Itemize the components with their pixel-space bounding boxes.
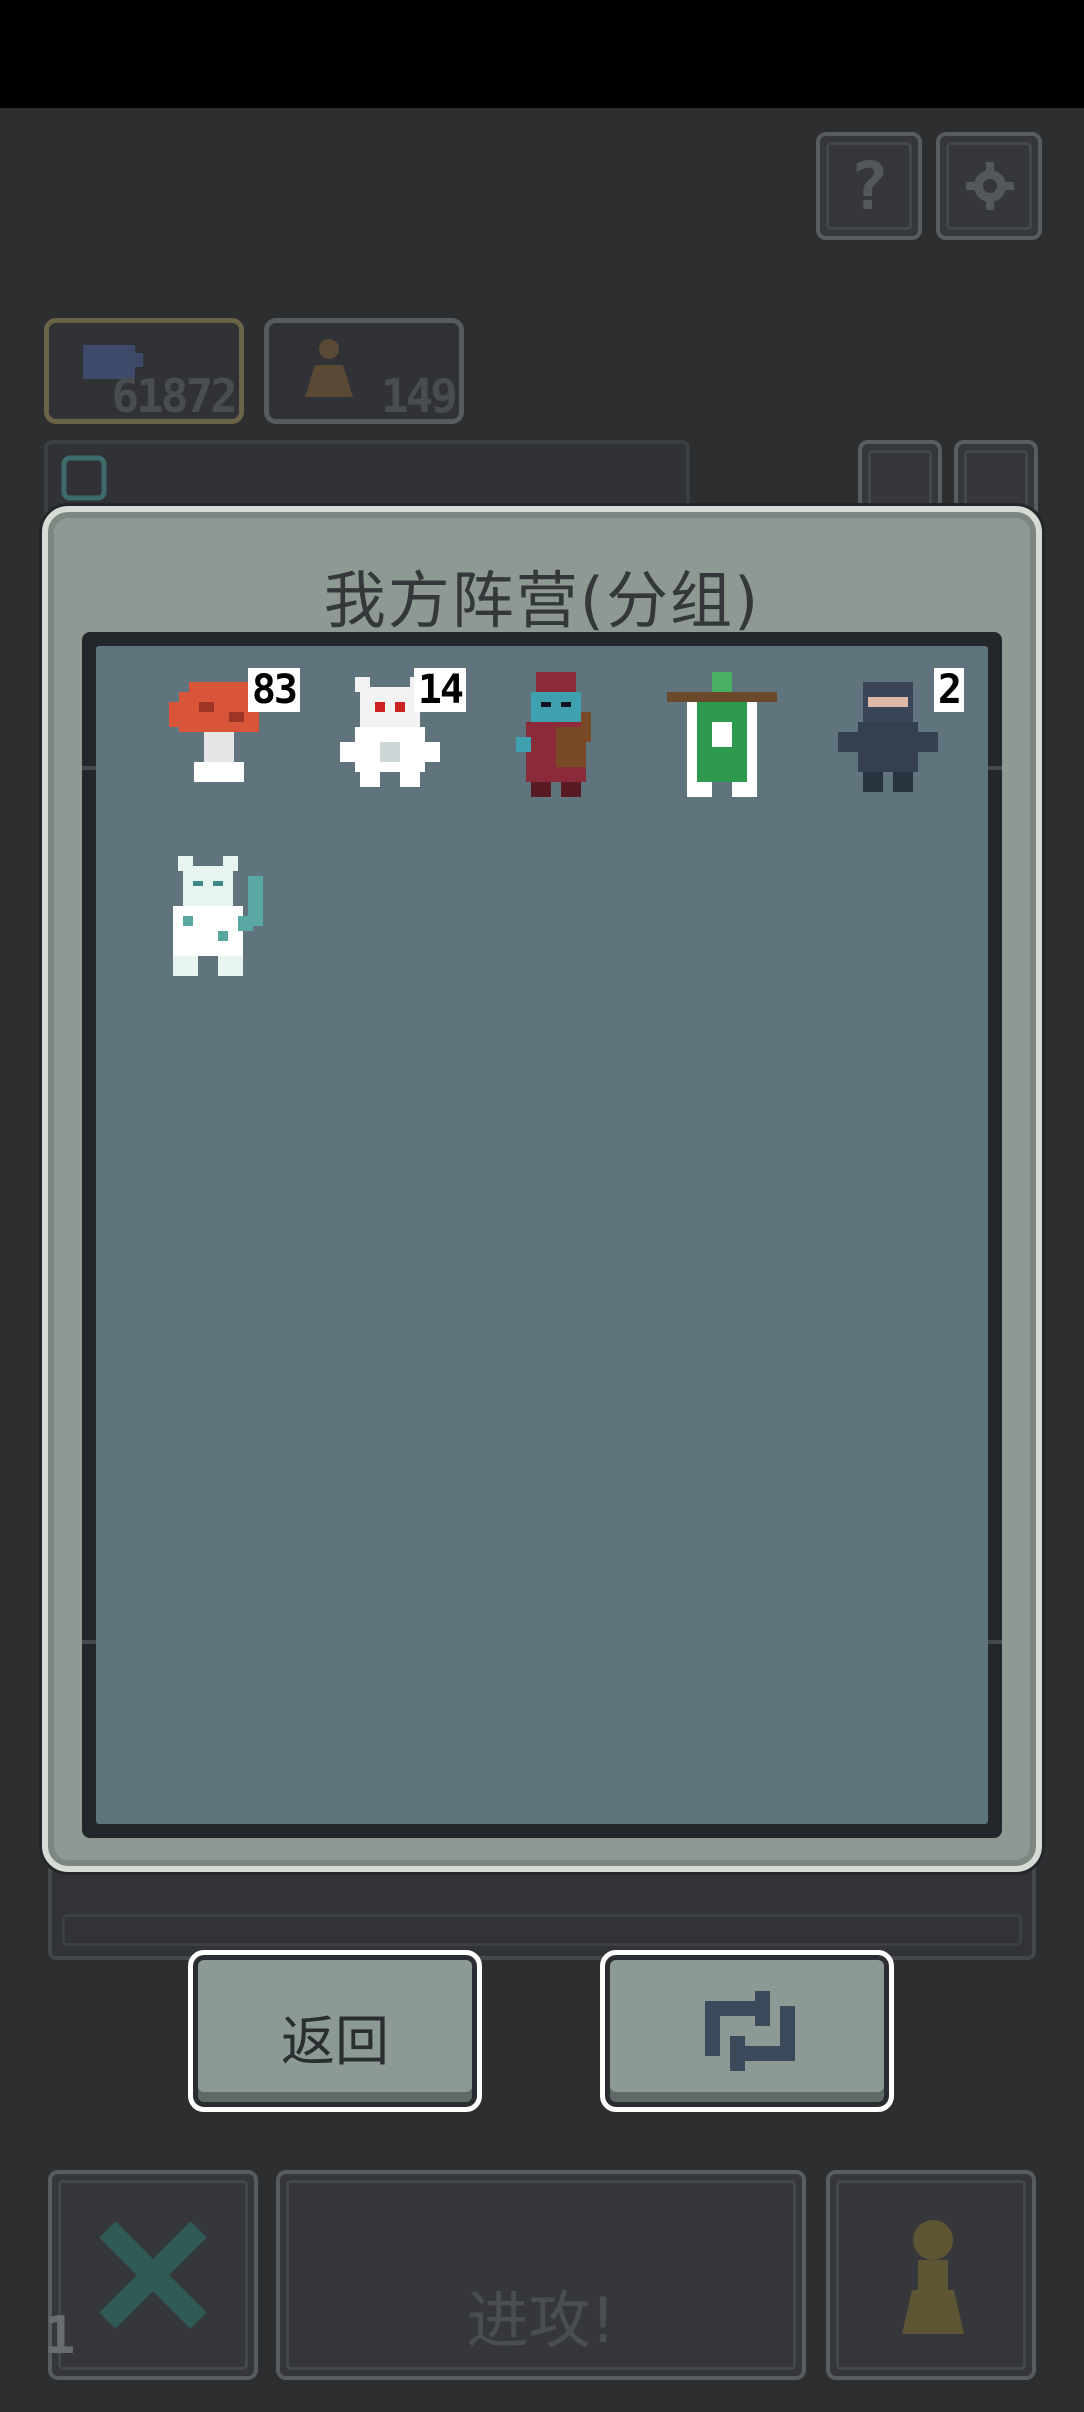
swap-arrows-icon [705,1991,795,2071]
units-grid: 83 14 2 [82,646,1002,1824]
unit-mushroom[interactable]: 83 [154,662,300,812]
status-bar [0,0,1084,108]
unit-snow-leopard[interactable] [148,846,288,996]
game-screen: ? 61872 149 我方阵营(分组) 83 14 2 返回 进攻! 1 [0,0,1084,2412]
close-icon [99,2221,207,2329]
unit-count: 2 [933,668,964,712]
attack-button[interactable]: 进攻! [276,2170,806,2380]
help-icon: ? [849,148,889,225]
unit-white-beast[interactable]: 14 [320,662,466,812]
troop-resource: 149 [264,318,464,424]
lineup-strip [48,1860,1036,1960]
pawn-icon [305,339,353,397]
gold-value: 61872 [111,369,238,423]
level-badge: 1 [44,2306,76,2366]
back-button[interactable]: 返回 [188,1950,482,2112]
green-banner-unit-icon [667,672,777,797]
unit-blue-bard[interactable] [486,662,626,812]
snow-leopard-unit-icon [173,856,263,976]
pawn-icon [902,2220,964,2334]
unit-ninja[interactable]: 2 [818,662,964,812]
search-icon [61,455,107,501]
unit-green-banner[interactable] [652,662,792,812]
modal-title: 我方阵营(分组) [323,564,761,637]
pawn-button[interactable] [826,2170,1036,2380]
attack-button-label: 进攻! [466,2284,616,2357]
unit-count: 14 [413,668,466,712]
blue-bard-unit-icon [516,672,591,797]
gear-icon [966,162,1014,210]
back-button-label: 返回 [281,2010,389,2073]
units-panel: 83 14 2 [82,632,1002,1838]
faction-modal: 我方阵营(分组) 83 14 2 [42,506,1042,1872]
swap-button[interactable] [600,1950,894,2112]
ninja-unit-icon [838,682,938,792]
help-button[interactable]: ? [816,132,922,240]
gold-resource: 61872 [44,318,244,424]
close-button[interactable] [48,2170,258,2380]
troop-value: 149 [380,369,458,423]
settings-button[interactable] [936,132,1042,240]
unit-count: 83 [247,668,300,712]
